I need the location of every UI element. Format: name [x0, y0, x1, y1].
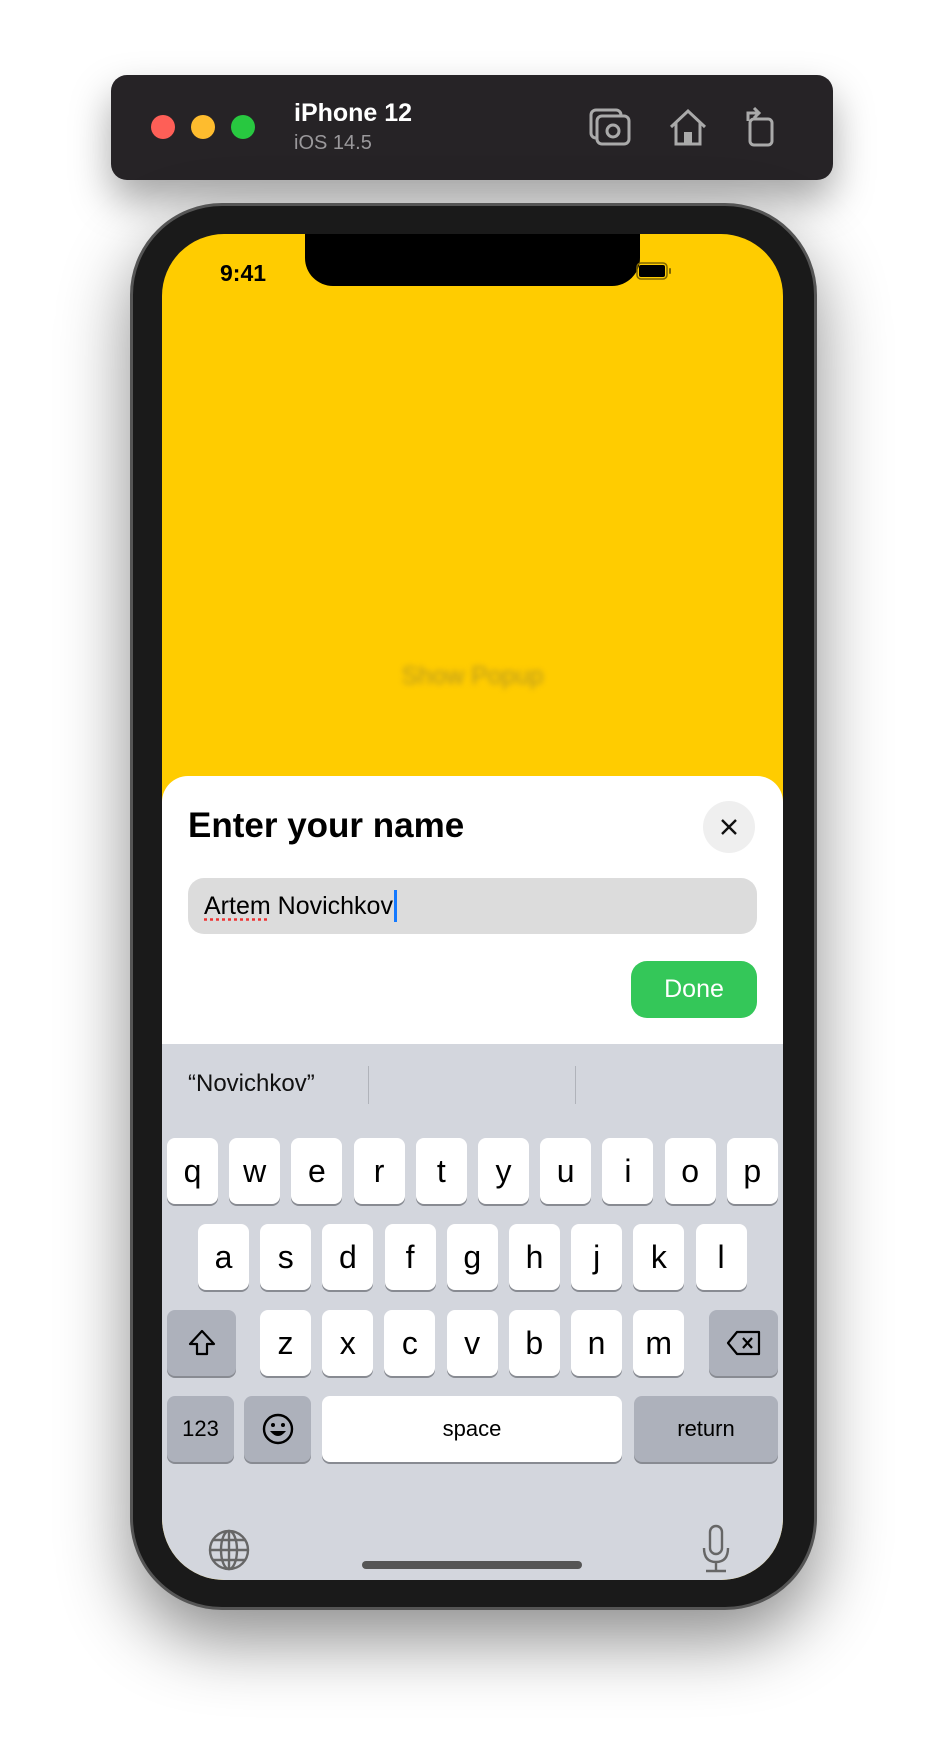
key-u[interactable]: u: [540, 1138, 592, 1204]
emoji-icon: [262, 1413, 293, 1445]
show-popup-button[interactable]: Show Popup: [162, 662, 783, 691]
minimize-window-button[interactable]: [191, 115, 215, 139]
shift-key[interactable]: [167, 1310, 236, 1376]
key-b[interactable]: b: [508, 1310, 560, 1376]
key-x[interactable]: x: [322, 1310, 374, 1376]
key-z[interactable]: z: [260, 1310, 311, 1376]
close-button[interactable]: [703, 801, 755, 853]
home-indicator[interactable]: [362, 1561, 582, 1569]
key-o[interactable]: o: [664, 1138, 716, 1204]
key-q[interactable]: q: [167, 1138, 218, 1204]
space-key[interactable]: space: [322, 1396, 622, 1462]
key-t[interactable]: t: [415, 1138, 467, 1204]
done-button[interactable]: Done: [631, 961, 757, 1018]
key-w[interactable]: w: [229, 1138, 281, 1204]
key-g[interactable]: g: [446, 1224, 498, 1290]
rotate-icon[interactable]: [738, 105, 782, 149]
key-y[interactable]: y: [478, 1138, 529, 1204]
microphone-icon[interactable]: [700, 1524, 732, 1574]
text-caret: [393, 890, 397, 922]
misspelled-word: Artem: [204, 891, 271, 920]
device-name: iPhone 12: [294, 99, 413, 127]
key-c[interactable]: c: [384, 1310, 436, 1376]
key-v[interactable]: v: [446, 1310, 498, 1376]
screenshot-icon[interactable]: [588, 105, 632, 149]
key-i[interactable]: i: [602, 1138, 654, 1204]
suggestion-divider: [575, 1066, 576, 1104]
input-text: Novichkov: [270, 891, 393, 920]
key-h[interactable]: h: [509, 1224, 560, 1290]
key-s[interactable]: s: [260, 1224, 312, 1290]
key-l[interactable]: l: [695, 1224, 747, 1290]
key-k[interactable]: k: [633, 1224, 685, 1290]
os-version: iOS 14.5: [294, 132, 372, 154]
key-r[interactable]: r: [353, 1138, 405, 1204]
key-a[interactable]: a: [198, 1224, 249, 1290]
key-d[interactable]: d: [322, 1224, 374, 1290]
key-p[interactable]: p: [726, 1138, 778, 1204]
shift-icon: [188, 1329, 215, 1356]
backspace-icon: [726, 1330, 760, 1356]
key-j[interactable]: j: [571, 1224, 623, 1290]
numbers-key[interactable]: 123: [167, 1396, 234, 1462]
close-window-button[interactable]: [151, 115, 175, 139]
close-icon: [721, 819, 737, 835]
suggestion-divider: [368, 1066, 369, 1104]
backspace-key[interactable]: [709, 1310, 778, 1376]
emoji-key[interactable]: [244, 1396, 311, 1462]
globe-icon[interactable]: [207, 1528, 251, 1572]
wifi-icon: [604, 261, 630, 281]
key-m[interactable]: m: [633, 1310, 685, 1376]
cellular-signal-icon: [572, 263, 598, 280]
key-n[interactable]: n: [571, 1310, 622, 1376]
phone-screen: 9:41 Show Popup Enter your name Artem No…: [162, 234, 783, 1580]
name-input[interactable]: Artem Novichkov: [188, 878, 757, 934]
key-e[interactable]: e: [291, 1138, 343, 1204]
name-popup: Enter your name Artem Novichkov Done: [162, 776, 783, 1044]
simulator-toolbar: iPhone 12 iOS 14.5: [111, 75, 833, 180]
return-key[interactable]: return: [634, 1396, 778, 1462]
home-icon[interactable]: [666, 105, 710, 149]
suggestion-1[interactable]: “Novichkov”: [188, 1070, 315, 1098]
status-time: 9:41: [220, 260, 267, 286]
keyboard: “Novichkov” qwertyuiop asdfghjkl zxcvbnm 1…: [162, 1044, 783, 1580]
battery-icon: [636, 262, 671, 280]
zoom-window-button[interactable]: [231, 115, 255, 139]
key-f[interactable]: f: [384, 1224, 436, 1290]
popup-title: Enter your name: [188, 806, 465, 845]
